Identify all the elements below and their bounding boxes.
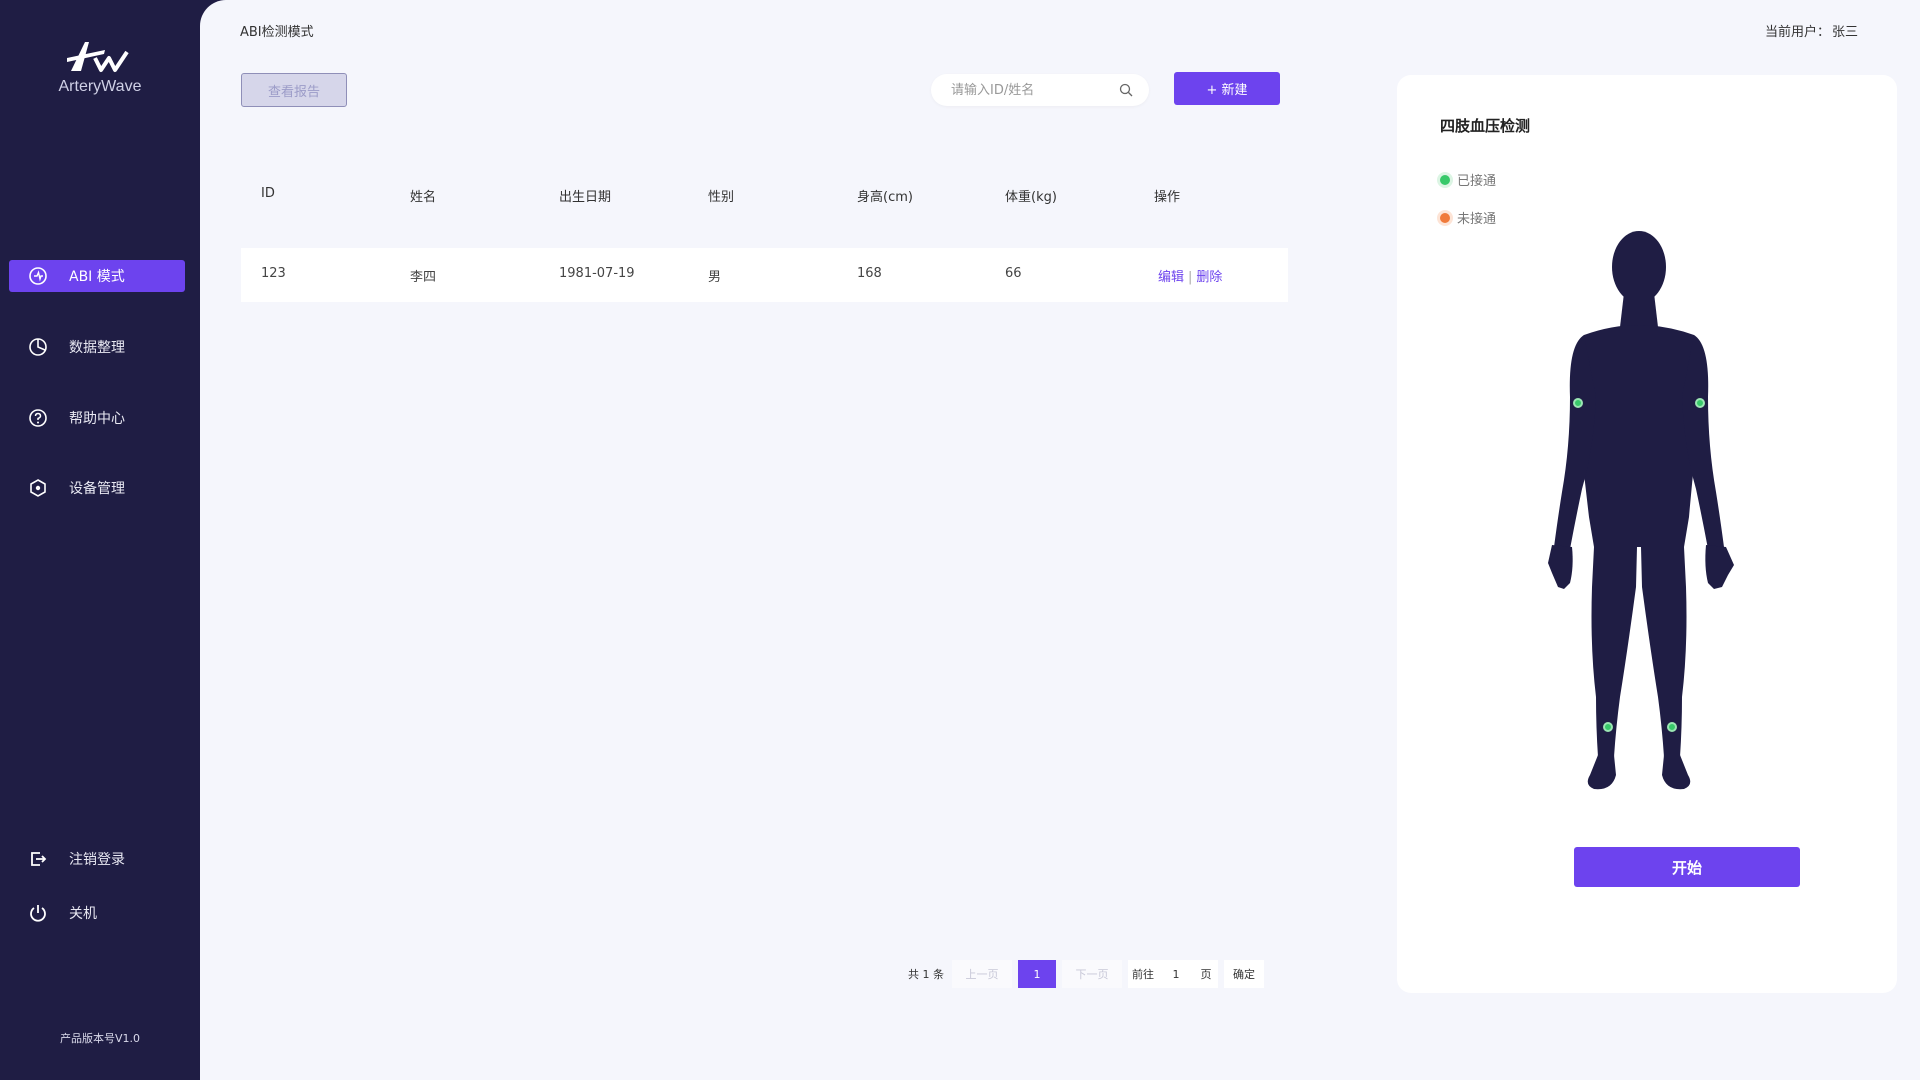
- left-arm-sensor-icon: [1573, 398, 1583, 408]
- current-user-label: 当前用户：: [1764, 25, 1830, 40]
- table-row[interactable]: 123 李四 1981-07-19 男 168 66 编辑 | 删除: [241, 248, 1288, 302]
- sidebar-item-data[interactable]: 数据整理: [9, 331, 185, 363]
- sidebar-item-help[interactable]: 帮助中心: [9, 402, 185, 434]
- current-user-name: 张三: [1831, 25, 1858, 40]
- legend-disconnected: 未接通: [1440, 208, 1496, 227]
- right-ankle-sensor-icon: [1667, 722, 1677, 732]
- power-icon: [27, 902, 49, 924]
- panel-title: 四肢血压检测: [1440, 117, 1531, 135]
- sidebar-item-label: 设备管理: [69, 481, 125, 497]
- legend-label: 已接通: [1457, 174, 1497, 189]
- current-user: 当前用户： 张三: [1765, 21, 1858, 40]
- cell-dob: 1981-07-19: [559, 266, 635, 281]
- cell-name: 李四: [410, 270, 437, 285]
- arterywave-logo-icon: [67, 42, 129, 72]
- version-label: 产品版本号V1.0: [59, 1032, 141, 1045]
- pagination-confirm-button[interactable]: 确定: [1224, 960, 1264, 988]
- pagination-next-button[interactable]: 下一页: [1062, 960, 1122, 988]
- action-separator: |: [1188, 270, 1193, 285]
- delete-link[interactable]: 删除: [1196, 270, 1222, 285]
- sidebar-item-shutdown[interactable]: 关机: [9, 897, 185, 929]
- breadcrumb: ABI检测模式: [240, 25, 314, 40]
- column-header: 姓名: [410, 190, 437, 205]
- column-header: 身高(cm): [857, 190, 913, 205]
- logo-text: ArteryWave: [58, 78, 142, 95]
- pagination-page-1[interactable]: 1: [1018, 960, 1056, 988]
- pie-chart-icon: [27, 336, 49, 358]
- edit-link[interactable]: 编辑: [1158, 270, 1184, 285]
- cell-height: 168: [857, 266, 882, 281]
- sidebar-item-logout[interactable]: 注销登录: [9, 843, 185, 875]
- left-ankle-sensor-icon: [1603, 722, 1613, 732]
- sidebar-item-label: 帮助中心: [69, 411, 125, 427]
- abi-mode-icon: [27, 265, 49, 287]
- legend-connected: 已接通: [1440, 170, 1496, 189]
- sidebar-item-label: 关机: [69, 906, 97, 922]
- pagination-page-input[interactable]: 1: [1158, 960, 1194, 988]
- search-input[interactable]: [949, 81, 1113, 99]
- limb-bp-panel: 四肢血压检测 已接通 未接通 开始: [1397, 75, 1897, 993]
- search-box: [931, 74, 1149, 106]
- sidebar-item-label: 注销登录: [69, 852, 125, 868]
- start-button[interactable]: 开始: [1574, 847, 1800, 887]
- legend-label: 未接通: [1457, 212, 1497, 227]
- search-icon[interactable]: [1119, 83, 1133, 97]
- cell-sex: 男: [708, 270, 722, 285]
- logo: ArteryWave: [0, 38, 200, 96]
- column-header: ID: [261, 186, 275, 201]
- pagination-total: 共 1 条: [908, 968, 944, 981]
- table-header: ID 姓名 出生日期 性别 身高(cm) 体重(kg) 操作: [241, 182, 1288, 206]
- column-header: 性别: [708, 190, 735, 205]
- cell-weight: 66: [1005, 266, 1022, 281]
- logout-icon: [27, 848, 49, 870]
- column-header: 出生日期: [559, 190, 612, 205]
- device-hexagon-icon: [27, 477, 49, 499]
- pagination-page-unit: 页: [1194, 960, 1218, 988]
- sidebar-item-device[interactable]: 设备管理: [9, 472, 185, 504]
- pagination-goto-label: 前往: [1128, 960, 1158, 988]
- human-body-figure: [1548, 231, 1734, 790]
- sidebar: ArteryWave ABI 模式 数据整理 帮助中心 设备管理 注销登录 关机…: [0, 0, 200, 1080]
- main-content: ABI检测模式 当前用户：张三 查看报告 + 新建 ID 姓名 出生日期 性别 …: [200, 0, 1920, 1080]
- view-report-button[interactable]: 查看报告: [241, 73, 347, 107]
- column-header: 操作: [1154, 190, 1181, 205]
- help-circle-icon: [27, 407, 49, 429]
- cell-id: 123: [261, 266, 286, 281]
- sidebar-item-label: 数据整理: [69, 340, 125, 356]
- right-arm-sensor-icon: [1695, 398, 1705, 408]
- sidebar-item-label: ABI 模式: [69, 269, 125, 285]
- pagination: 共 1 条 上一页 1 下一页 前往 1 页 确定: [906, 960, 1270, 988]
- new-patient-button[interactable]: + 新建: [1174, 72, 1280, 105]
- disconnected-dot-icon: [1440, 212, 1450, 223]
- column-header: 体重(kg): [1005, 190, 1057, 205]
- cell-actions: 编辑 | 删除: [1158, 266, 1222, 285]
- connected-dot-icon: [1440, 174, 1450, 185]
- pagination-prev-button[interactable]: 上一页: [952, 960, 1012, 988]
- sidebar-item-abi-mode[interactable]: ABI 模式: [9, 260, 185, 292]
